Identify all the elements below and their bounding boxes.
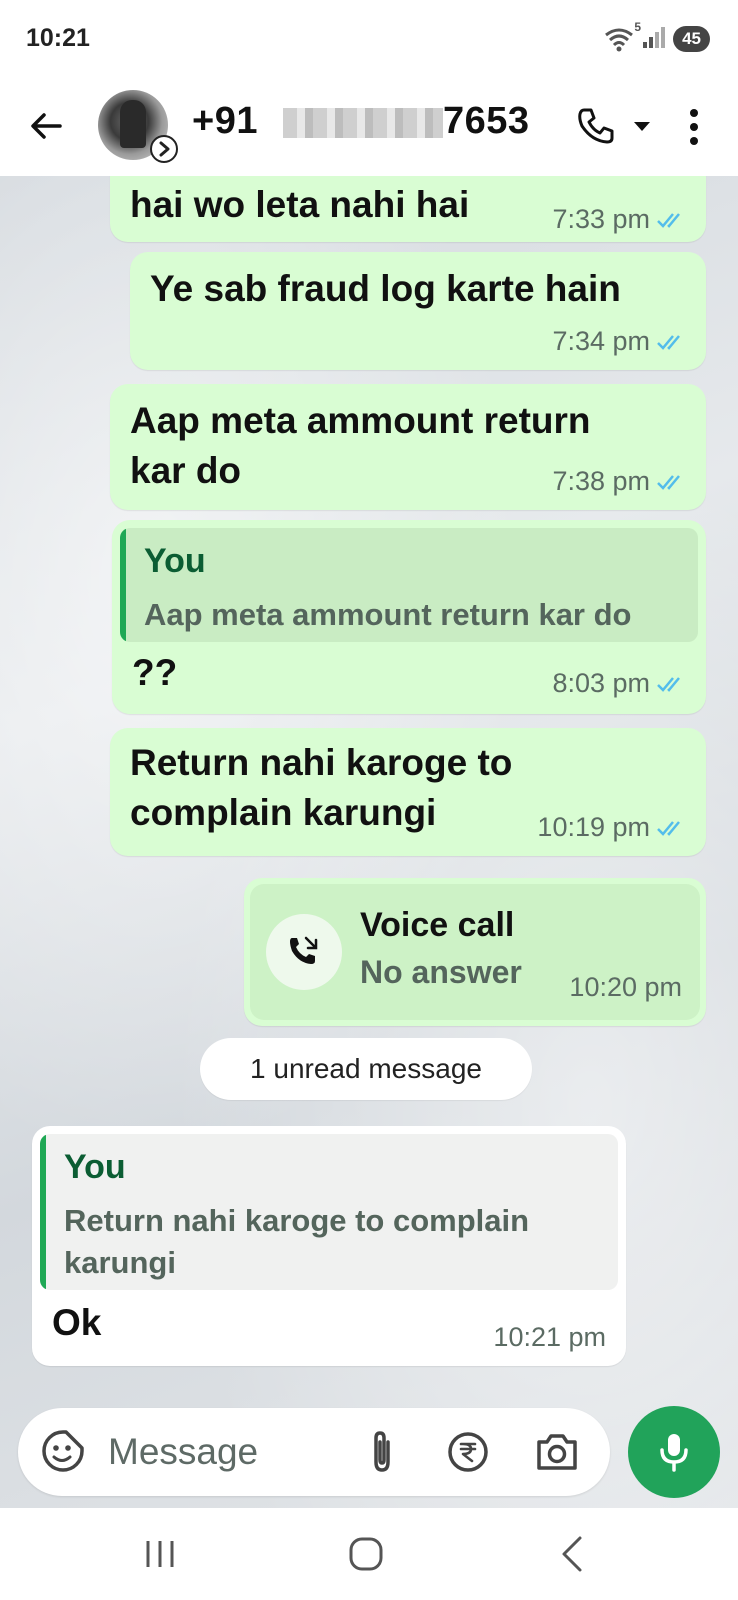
quote-text: Aap meta ammount return kar do — [144, 597, 632, 632]
attach-icon — [374, 1431, 390, 1472]
payment-button[interactable] — [446, 1430, 490, 1474]
more-options-button[interactable] — [676, 102, 712, 152]
message-input[interactable] — [108, 1428, 338, 1476]
quote-author: You — [64, 1148, 126, 1186]
message-time: 10:21 pm — [493, 1322, 606, 1352]
composer — [18, 1408, 610, 1496]
recent-apps-icon — [146, 1541, 174, 1567]
message-time: 7:33 pm — [552, 204, 686, 235]
time-label: 7:34 pm — [552, 326, 650, 356]
missed-call-icon — [290, 936, 318, 964]
wifi-badge: 5 — [634, 20, 642, 34]
read-ticks-icon — [657, 676, 680, 692]
message-text: Ye sab fraud log karte hain — [150, 268, 621, 309]
camera-button[interactable] — [534, 1430, 580, 1474]
call-icon-circle — [266, 914, 342, 990]
outgoing-message[interactable]: Return nahi karoge to complain karungi 1… — [110, 728, 706, 856]
back-button[interactable] — [24, 104, 68, 148]
quote-bar — [120, 528, 126, 642]
outgoing-message[interactable]: hai wo leta nahi hai 7:33 pm — [110, 176, 706, 242]
outgoing-message[interactable]: Aap meta ammount return kar do 7:38 pm — [110, 384, 706, 510]
incoming-reply-message[interactable]: You Return nahi karoge to complain karun… — [32, 1126, 626, 1366]
home-icon — [349, 1537, 383, 1571]
more-vert-icon — [690, 109, 698, 145]
chat-area[interactable]: hai wo leta nahi hai 7:33 pm Ye sab frau… — [0, 176, 738, 1508]
attach-button[interactable] — [362, 1428, 402, 1476]
voice-record-button[interactable] — [628, 1406, 720, 1498]
read-ticks-icon — [657, 212, 680, 228]
time-label: 8:03 pm — [552, 668, 650, 698]
quote-text: Return nahi karoge to complain karungi — [64, 1203, 530, 1280]
mic-icon — [660, 1434, 688, 1472]
read-ticks-icon — [657, 820, 680, 836]
quoted-message[interactable]: You Aap meta ammount return kar do — [120, 528, 698, 642]
sticker-button[interactable] — [40, 1428, 86, 1474]
sticker-icon — [42, 1430, 84, 1472]
status-bar: 10:21 5 45 — [0, 0, 738, 80]
back-arrow-icon — [31, 113, 62, 139]
wifi-icon: 5 — [603, 20, 641, 52]
camera-icon — [537, 1434, 577, 1470]
time-label: 7:33 pm — [552, 204, 650, 234]
call-title: Voice call — [360, 906, 515, 944]
call-time: 10:20 pm — [569, 972, 682, 1002]
unread-divider: 1 unread message — [200, 1038, 532, 1100]
message-text: ?? — [132, 652, 178, 693]
chat-header: +91 7653 — [0, 80, 738, 176]
voice-call-button[interactable] — [574, 102, 658, 152]
status-ring-icon[interactable] — [150, 135, 178, 163]
quote-bar — [40, 1134, 46, 1290]
message-text: Ok — [52, 1302, 102, 1343]
message-time: 7:38 pm — [552, 466, 686, 497]
signal-icon — [641, 24, 667, 55]
call-status: No answer — [360, 954, 522, 990]
contact-name[interactable]: +91 7653 — [192, 100, 530, 143]
message-text: hai wo leta nahi hai — [130, 184, 470, 225]
phone-prefix: +91 — [192, 100, 258, 142]
redacted-digits — [283, 107, 444, 138]
chevron-left-icon — [562, 1536, 582, 1572]
read-ticks-icon — [657, 334, 680, 350]
outgoing-message[interactable]: Ye sab fraud log karte hain 7:34 pm — [130, 252, 706, 370]
quoted-message[interactable]: You Return nahi karoge to complain karun… — [40, 1134, 618, 1290]
message-time: 7:34 pm — [552, 326, 686, 357]
home-button[interactable] — [344, 1532, 388, 1576]
battery-indicator: 45 — [673, 26, 710, 52]
message-time: 10:19 pm — [537, 812, 686, 843]
rupee-icon — [448, 1432, 488, 1472]
avatar-figure — [120, 100, 146, 148]
message-text: Return nahi karoge to complain karungi — [130, 742, 513, 833]
status-icons: 5 45 — [603, 20, 710, 55]
outgoing-reply-message[interactable]: You Aap meta ammount return kar do ?? 8:… — [112, 520, 706, 714]
time-label: 10:19 pm — [537, 812, 650, 842]
status-time: 10:21 — [26, 24, 90, 52]
read-ticks-icon — [657, 474, 680, 490]
voice-call-message[interactable]: Voice call No answer 10:20 pm — [244, 878, 706, 1026]
message-time: 8:03 pm — [552, 668, 686, 699]
time-label: 7:38 pm — [552, 466, 650, 496]
quote-author: You — [144, 542, 206, 580]
recent-apps-button[interactable] — [140, 1534, 180, 1574]
nav-back-button[interactable] — [552, 1532, 592, 1576]
phone-suffix: 7653 — [443, 100, 530, 142]
phone-icon — [578, 108, 614, 144]
system-nav-bar — [0, 1508, 738, 1600]
dropdown-caret-icon — [634, 122, 650, 131]
